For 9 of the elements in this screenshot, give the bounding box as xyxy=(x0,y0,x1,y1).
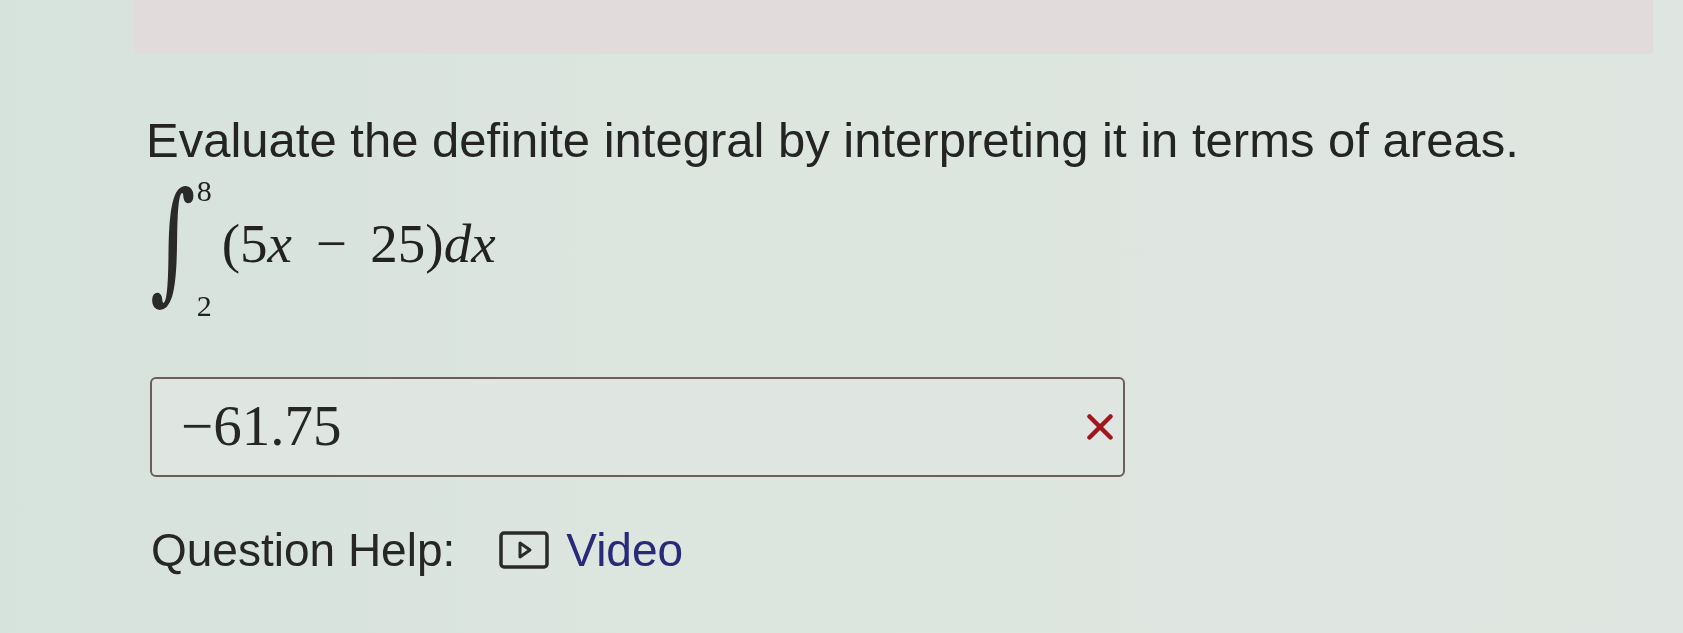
help-label: Question Help: xyxy=(151,522,456,578)
upper-limit: 8 xyxy=(196,175,212,206)
answer-value: −61.75 xyxy=(181,395,342,459)
lower-limit: 2 xyxy=(196,290,212,321)
video-link[interactable]: Video xyxy=(499,522,684,578)
answer-field[interactable]: −61.75 xyxy=(150,376,1125,477)
question-prompt: Evaluate the definite integral by interpreting it in terms of areas. xyxy=(146,112,1519,169)
integrand: (5x − 25)dx xyxy=(221,213,496,275)
play-icon xyxy=(499,531,550,570)
